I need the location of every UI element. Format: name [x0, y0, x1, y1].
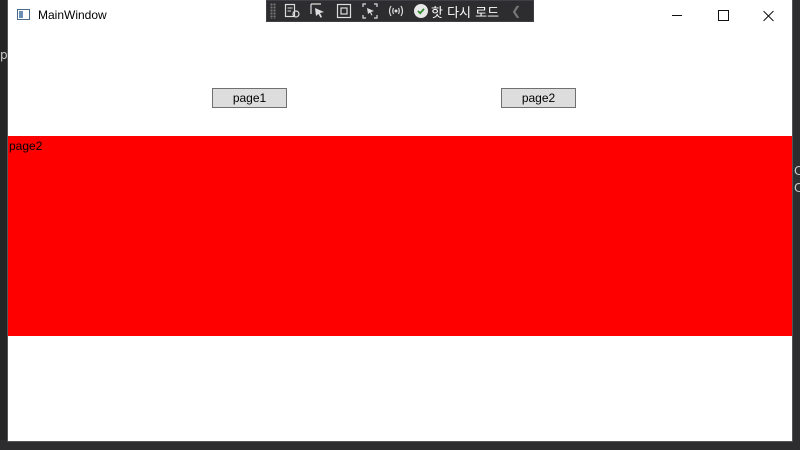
display-layout-adorners-icon[interactable]	[334, 2, 354, 20]
background-text: C	[794, 181, 800, 195]
background-text: C	[794, 164, 800, 178]
toolbar-grip-handle[interactable]	[270, 3, 276, 19]
select-element-icon[interactable]	[308, 2, 328, 20]
close-button[interactable]	[746, 0, 792, 31]
live-visual-tree-icon[interactable]	[282, 2, 302, 20]
xaml-debug-toolbar: 핫 다시 로드 ❮	[266, 0, 534, 22]
page1-button[interactable]: page1	[212, 88, 287, 108]
hot-reload-status-icon	[414, 4, 428, 18]
minimize-button[interactable]	[654, 0, 700, 31]
background-ide-right: C C	[792, 0, 800, 450]
minimize-icon	[672, 15, 682, 16]
background-text: p	[0, 48, 8, 62]
app-icon	[17, 9, 30, 20]
collapse-chevron-icon[interactable]: ❮	[511, 4, 521, 18]
hot-reload-label: 핫 다시 로드	[431, 5, 500, 21]
page2-button[interactable]: page2	[501, 88, 576, 108]
track-focus-icon[interactable]	[360, 2, 380, 20]
background-ide-bottom	[0, 440, 800, 450]
hot-reload-button[interactable]: 핫 다시 로드	[414, 2, 499, 21]
maximize-button[interactable]	[700, 0, 746, 31]
main-window: MainWindow page1 page2 page2	[8, 0, 792, 441]
close-icon	[763, 10, 775, 22]
content-frame: page2	[8, 136, 792, 336]
maximize-icon	[717, 10, 729, 21]
binding-failures-icon[interactable]	[386, 2, 406, 20]
frame-page-label: page2	[9, 139, 43, 153]
window-title: MainWindow	[38, 8, 107, 22]
